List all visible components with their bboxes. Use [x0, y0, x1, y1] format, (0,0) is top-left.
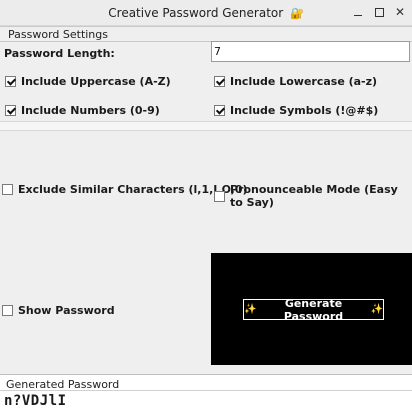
close-button[interactable]: ✕ [392, 4, 408, 20]
window-title-text: Creative Password Generator [108, 6, 284, 20]
include-numbers-label: Include Numbers (0-9) [21, 104, 160, 117]
generate-password-label: Generate Password [283, 296, 344, 323]
unchecked-checkbox-icon[interactable] [2, 184, 13, 195]
generated-password-divider [0, 390, 412, 391]
unchecked-checkbox-icon[interactable] [214, 190, 225, 202]
include-symbols-label: Include Symbols (!@#$) [230, 104, 379, 117]
checked-checkbox-icon[interactable] [5, 76, 16, 87]
exclude-similar-characters-checkbox[interactable]: Exclude Similar Characters (l,1,I,O,0) [2, 183, 248, 196]
unchecked-checkbox-icon[interactable] [2, 305, 13, 316]
sparkles-icon: ✨ [244, 304, 257, 315]
include-lowercase-label: Include Lowercase (a-z) [230, 75, 378, 88]
lock-key-icon: 🔐 [290, 7, 304, 20]
checked-checkbox-icon[interactable] [214, 105, 225, 116]
include-uppercase-label: Include Uppercase (A-Z) [21, 75, 171, 88]
sparkles-icon: ✨ [370, 304, 383, 315]
password-length-label: Password Length: [4, 47, 115, 60]
pronounceable-mode-label: Pronounceable Mode (Easy to Say) [230, 183, 398, 209]
maximize-button[interactable] [371, 4, 387, 20]
generated-password-group: Generated Password n?VDJlI [0, 374, 412, 414]
include-lowercase-checkbox[interactable]: Include Lowercase (a-z) [214, 75, 377, 88]
include-uppercase-checkbox[interactable]: Include Uppercase (A-Z) [5, 75, 171, 88]
window-titlebar[interactable]: Creative Password Generator 🔐 ✕ [0, 0, 412, 26]
show-password-label: Show Password [18, 304, 115, 317]
generate-password-button[interactable]: ✨ Generate Password ✨ [243, 296, 384, 323]
include-symbols-checkbox[interactable]: Include Symbols (!@#$) [214, 104, 378, 117]
password-length-input[interactable] [211, 41, 410, 62]
generated-password-value[interactable]: n?VDJlI [4, 393, 67, 409]
show-password-checkbox[interactable]: Show Password [2, 304, 115, 317]
section-divider [0, 121, 412, 131]
include-numbers-checkbox[interactable]: Include Numbers (0-9) [5, 104, 160, 117]
pronounceable-mode-checkbox[interactable]: Pronounceable Mode (Easy to Say) [214, 183, 412, 209]
checked-checkbox-icon[interactable] [5, 105, 16, 116]
checked-checkbox-icon[interactable] [214, 76, 225, 87]
minimize-button[interactable] [350, 4, 366, 20]
settings-group-title: Password Settings [7, 28, 109, 41]
